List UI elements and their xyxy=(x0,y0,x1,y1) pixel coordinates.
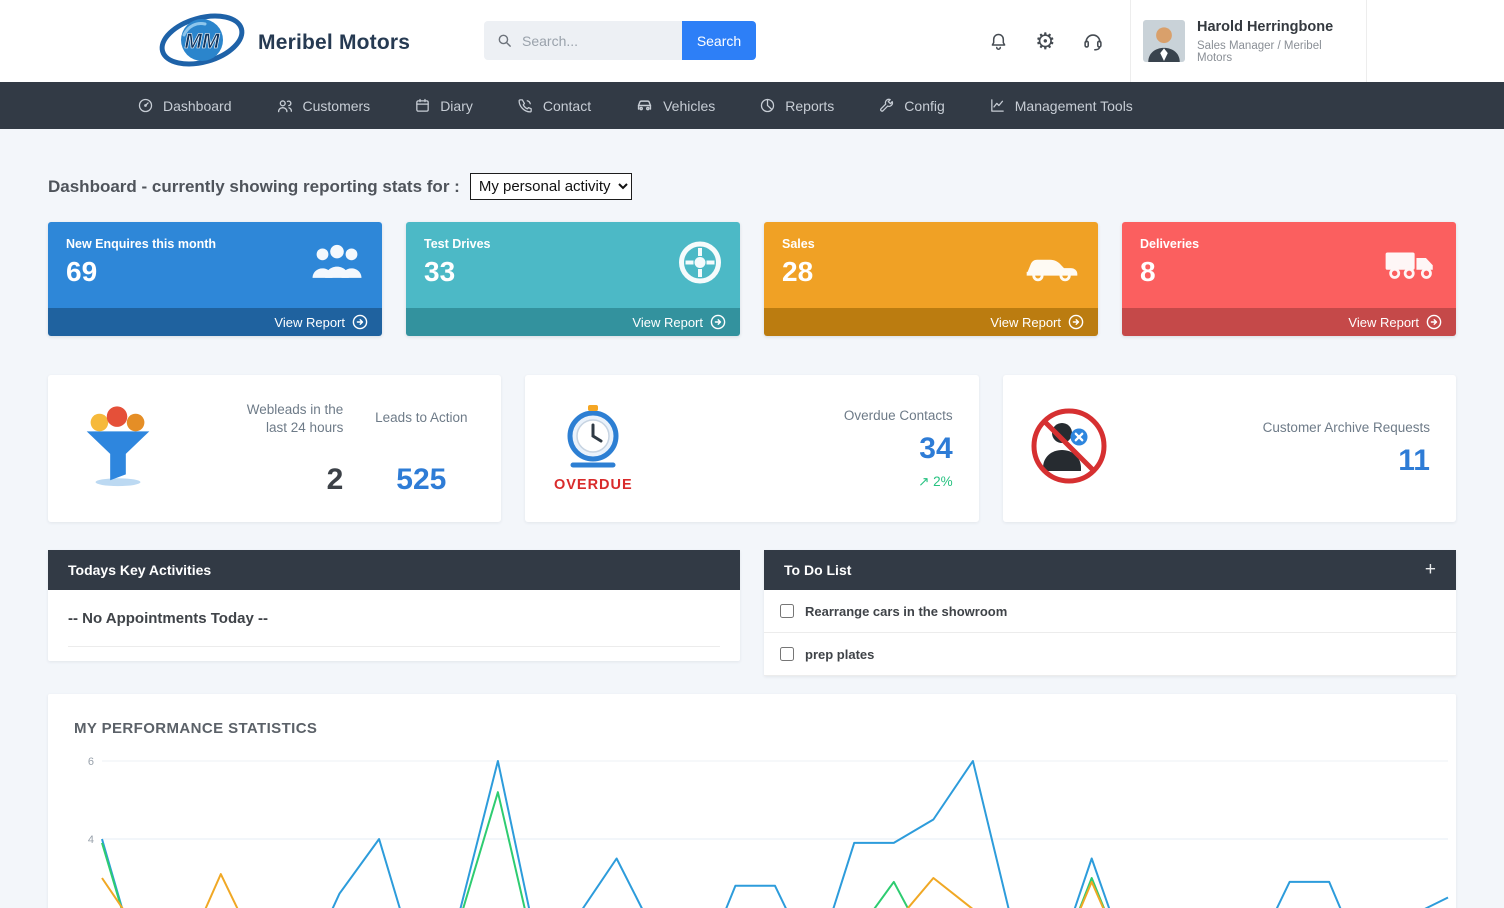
car-side-icon xyxy=(1022,242,1082,289)
arrow-circle-icon xyxy=(710,314,726,330)
overdue-clock-icon: OVERDUE xyxy=(551,404,635,493)
customer-archive-icon xyxy=(1029,406,1109,491)
webleads-label: Webleads in the last 24 hours xyxy=(239,401,343,437)
stat-card-sales: Sales 28 View Report xyxy=(764,222,1098,336)
stat-cards-row: New Enquires this month 69 View Report xyxy=(48,222,1456,336)
overdue-label: Overdue Contacts xyxy=(844,407,953,425)
performance-chart: 6 4 xyxy=(74,751,1464,908)
overdue-value: 34 xyxy=(844,432,953,466)
notifications-bell-icon[interactable] xyxy=(988,31,1009,52)
nav-item-customers[interactable]: Customers xyxy=(276,97,371,115)
dashboard-icon xyxy=(137,97,154,114)
add-todo-button[interactable]: + xyxy=(1425,559,1436,581)
settings-gear-icon[interactable]: ⚙ xyxy=(1035,30,1056,53)
overdue-trend: ↗ 2% xyxy=(844,474,953,490)
svg-text:MM: MM xyxy=(185,30,220,53)
todo-header: To Do List + xyxy=(764,550,1456,590)
summary-cards-row: Webleads in the last 24 hours 2 Leads to… xyxy=(48,375,1456,522)
nav-item-vehicles[interactable]: Vehicles xyxy=(635,96,715,115)
todo-checkbox[interactable] xyxy=(780,604,794,618)
search-input[interactable] xyxy=(484,21,682,60)
key-activities-header: Todays Key Activities xyxy=(48,550,740,590)
calendar-icon xyxy=(414,97,431,114)
chart-line-icon xyxy=(989,97,1006,114)
nav-item-reports[interactable]: Reports xyxy=(759,97,834,114)
user-profile[interactable]: Harold Herringbone Sales Manager / Merib… xyxy=(1130,0,1367,82)
stat-card-deliveries: Deliveries 8 View Report xyxy=(1122,222,1456,336)
top-header: MM Meribel Motors Search ⚙ xyxy=(0,0,1504,82)
todo-panel: To Do List + Rearrange cars in the showr… xyxy=(764,550,1456,676)
funnel-icon xyxy=(74,402,162,495)
todo-checkbox[interactable] xyxy=(780,647,794,661)
archive-label: Customer Archive Requests xyxy=(1263,419,1430,437)
wrench-icon xyxy=(878,97,895,114)
webleads-value: 2 xyxy=(239,463,343,497)
support-headset-icon[interactable] xyxy=(1082,30,1104,52)
truck-icon xyxy=(1382,242,1440,289)
nav-item-diary[interactable]: Diary xyxy=(414,97,473,114)
no-appointments-message: -- No Appointments Today -- xyxy=(68,610,720,647)
performance-panel: MY PERFORMANCE STATISTICS 6 4 xyxy=(48,694,1456,908)
steering-wheel-icon xyxy=(676,239,724,292)
arrow-circle-icon xyxy=(1426,314,1442,330)
overdue-caption: OVERDUE xyxy=(551,477,635,493)
view-report-link[interactable]: View Report xyxy=(1122,308,1456,336)
pie-chart-icon xyxy=(759,97,776,114)
users-group-icon xyxy=(308,241,366,290)
trend-up-icon: ↗ xyxy=(918,474,929,489)
page-title: Dashboard - currently showing reporting … xyxy=(48,177,460,197)
stat-card-new-enquiries: New Enquires this month 69 View Report xyxy=(48,222,382,336)
view-report-link[interactable]: View Report xyxy=(406,308,740,336)
brand-logo[interactable]: MM Meribel Motors xyxy=(158,10,410,75)
brand-name: Meribel Motors xyxy=(258,31,410,55)
report-scope-select[interactable]: My personal activity xyxy=(470,173,632,200)
user-avatar xyxy=(1143,20,1185,62)
overdue-contacts-card: OVERDUE Overdue Contacts 34 ↗ 2% xyxy=(525,375,978,522)
phone-icon xyxy=(517,97,534,114)
logo-icon: MM xyxy=(158,10,246,75)
nav-item-contact[interactable]: Contact xyxy=(517,97,591,114)
view-report-link[interactable]: View Report xyxy=(764,308,1098,336)
key-activities-panel: Todays Key Activities -- No Appointments… xyxy=(48,550,740,661)
leads-to-action-label: Leads to Action xyxy=(373,409,469,427)
nav-item-dashboard[interactable]: Dashboard xyxy=(137,97,232,114)
nav-item-config[interactable]: Config xyxy=(878,97,944,114)
archive-value: 11 xyxy=(1263,444,1430,478)
ytick-6: 6 xyxy=(88,756,94,768)
todo-item: prep plates xyxy=(764,633,1456,676)
arrow-circle-icon xyxy=(1068,314,1084,330)
search-icon xyxy=(496,32,513,54)
search-button[interactable]: Search xyxy=(682,21,756,60)
leads-to-action-value: 525 xyxy=(373,463,469,497)
global-search: Search xyxy=(484,21,756,60)
todo-item: Rearrange cars in the showroom xyxy=(764,590,1456,633)
main-nav: Dashboard Customers Diary Contact Vehicl… xyxy=(0,82,1504,129)
user-role: Sales Manager / Meribel Motors xyxy=(1197,40,1354,64)
performance-title: MY PERFORMANCE STATISTICS xyxy=(74,720,1456,737)
customers-icon xyxy=(276,97,294,115)
webleads-card: Webleads in the last 24 hours 2 Leads to… xyxy=(48,375,501,522)
arrow-circle-icon xyxy=(352,314,368,330)
archive-requests-card: Customer Archive Requests 11 xyxy=(1003,375,1456,522)
car-icon xyxy=(635,96,654,115)
view-report-link[interactable]: View Report xyxy=(48,308,382,336)
ytick-4: 4 xyxy=(88,834,94,846)
nav-item-management-tools[interactable]: Management Tools xyxy=(989,97,1133,114)
stat-card-test-drives: Test Drives 33 View Report xyxy=(406,222,740,336)
user-name: Harold Herringbone xyxy=(1197,19,1354,35)
